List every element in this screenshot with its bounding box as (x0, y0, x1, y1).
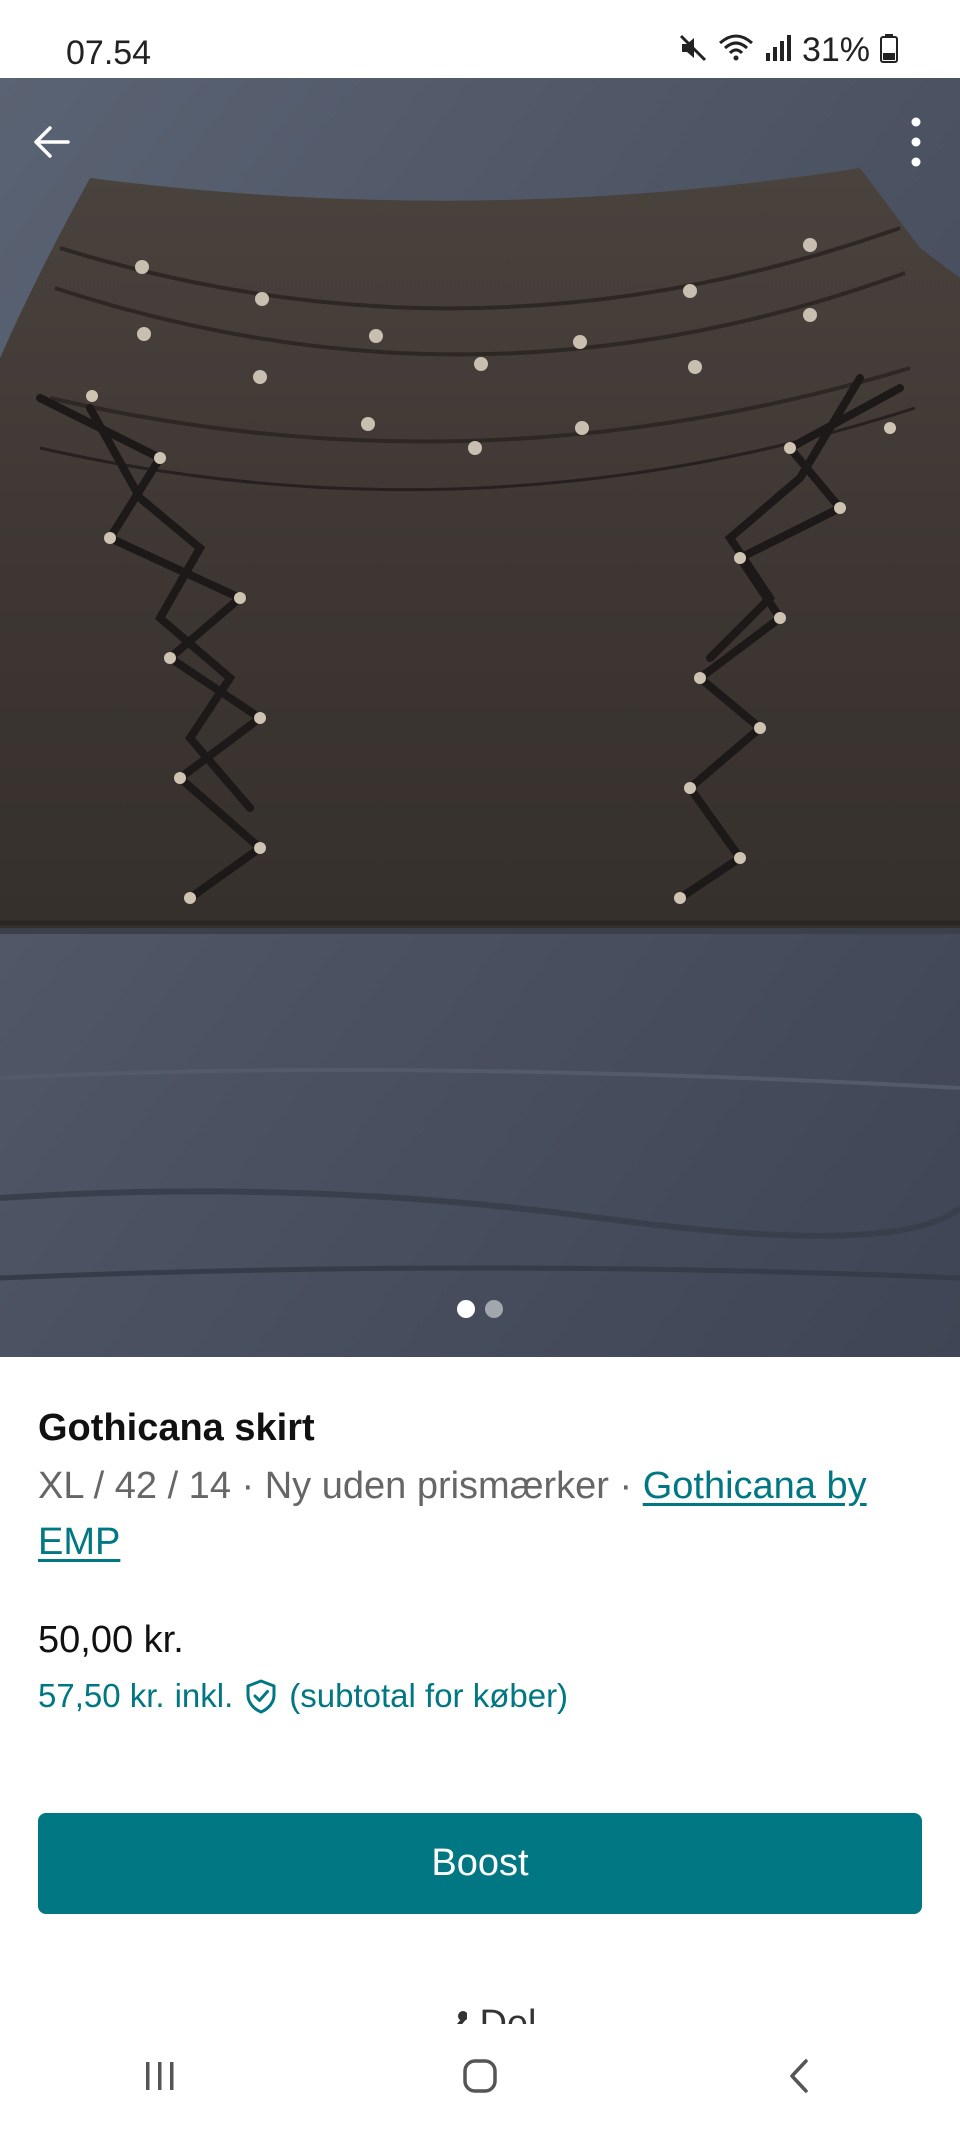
boost-button[interactable]: Boost (38, 1813, 922, 1914)
listing-price: 50,00 kr. (38, 1619, 184, 1661)
more-options-button[interactable] (894, 114, 938, 174)
status-icons: 31% (678, 30, 898, 70)
skirt-photo-image (0, 78, 960, 1357)
listing-meta-text: XL / 42 / 14 · Ny uden prismærker · (38, 1465, 643, 1507)
pager-dot-2[interactable] (485, 1300, 503, 1318)
home-icon (460, 2056, 500, 2101)
listing-title: Gothicana skirt (38, 1407, 315, 1449)
share-button[interactable]: Del (0, 1992, 960, 2024)
home-button[interactable] (440, 2039, 520, 2119)
share-label: Del (479, 2003, 537, 2024)
mute-icon (678, 33, 708, 68)
system-back-button[interactable] (760, 2039, 840, 2119)
back-button[interactable] (26, 118, 78, 170)
battery-percent: 31% (801, 30, 870, 69)
total-incl: inkl. (174, 1677, 234, 1714)
status-time: 07.54 (66, 34, 152, 72)
buyer-protection-shield-icon (243, 1678, 279, 1714)
share-icon (423, 1992, 469, 2024)
recent-apps-button[interactable] (120, 2039, 200, 2119)
more-vertical-icon (910, 116, 922, 173)
total-note: (subtotal for køber) (289, 1677, 569, 1714)
buyer-total[interactable]: 57,50 kr. inkl. (subtotal for køber) (38, 1674, 922, 1718)
photo-pager (0, 1300, 960, 1318)
listing-photo[interactable] (0, 78, 960, 1357)
listing-details: Gothicana skirt XL / 42 / 14 · Ny uden p… (38, 1380, 922, 1718)
battery-icon (880, 33, 898, 68)
system-nav-bar (0, 2024, 960, 2133)
status-bar: 07.54 31% (0, 0, 960, 78)
total-price: 57,50 kr. (38, 1677, 165, 1714)
listing-meta: XL / 42 / 14 · Ny uden prismærker · Goth… (38, 1458, 922, 1570)
signal-icon (764, 33, 792, 68)
recent-apps-icon (140, 2056, 180, 2101)
back-arrow-icon (32, 122, 72, 167)
pager-dot-1[interactable] (457, 1300, 475, 1318)
back-icon (780, 2056, 820, 2101)
wifi-icon (718, 33, 754, 68)
